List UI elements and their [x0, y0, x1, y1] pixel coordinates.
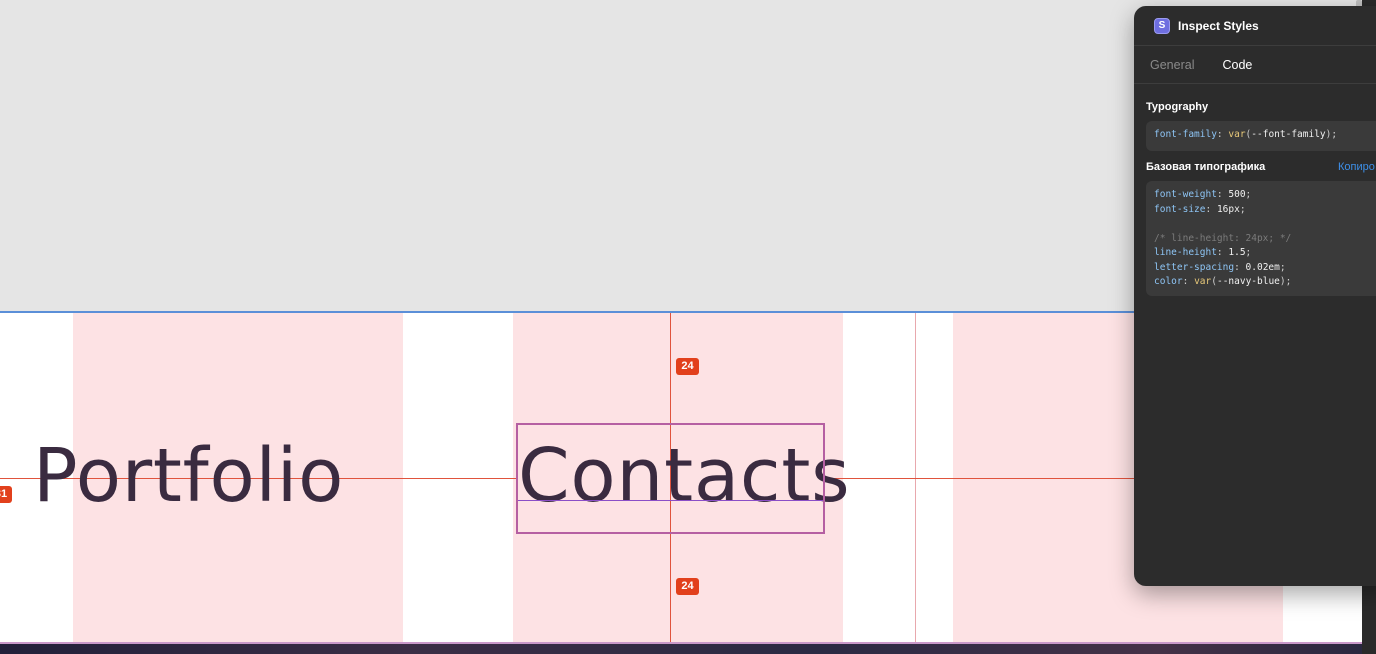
code-property: font-family: [1154, 129, 1217, 140]
app-icon: S: [1154, 17, 1170, 34]
code-property: font-size: [1154, 203, 1206, 215]
tab-general[interactable]: General: [1150, 58, 1194, 72]
code-value: 500: [1228, 189, 1246, 200]
spacing-badge-bottom: 24: [676, 578, 699, 595]
panel-title: Inspect Styles: [1178, 18, 1259, 33]
selection-outline: [516, 423, 825, 534]
code-argument: --navy-blue: [1216, 276, 1280, 287]
code-value: 0.02em: [1245, 261, 1280, 273]
panel-header: S Inspect Styles: [1134, 6, 1376, 46]
tab-code[interactable]: Code: [1222, 58, 1252, 72]
code-property: color: [1154, 276, 1183, 287]
nav-link-portfolio[interactable]: Portfolio: [33, 439, 344, 513]
code-property: line-height: [1154, 247, 1217, 258]
code-argument: --font-family: [1251, 129, 1326, 140]
code-function: var: [1228, 129, 1246, 140]
code-value: 1.5: [1228, 247, 1246, 258]
base-typography-code-block[interactable]: font-weight: 500; font-size: 16px; /* li…: [1146, 181, 1376, 296]
spacing-badge-left: 31: [0, 486, 12, 503]
typography-section-title: Typography: [1146, 101, 1209, 113]
inspect-styles-panel: S Inspect Styles General Code Typography…: [1134, 6, 1376, 586]
code-value: 16px: [1216, 203, 1240, 215]
base-typography-section-title: Базовая типографика: [1146, 161, 1266, 173]
typography-code-block[interactable]: font-family: var(--font-family);: [1146, 121, 1376, 151]
code-property: letter-spacing: [1154, 261, 1235, 273]
copy-link[interactable]: Копиро: [1338, 161, 1375, 173]
code-comment: /* line-height: 24px; */: [1154, 232, 1292, 244]
spacing-badge-top: 24: [676, 358, 699, 375]
panel-tabs: General Code: [1134, 46, 1376, 84]
code-function: var: [1194, 276, 1212, 287]
text-baseline: [518, 500, 823, 501]
hero-image-strip: [0, 642, 1362, 654]
code-property: font-weight: [1154, 189, 1217, 200]
